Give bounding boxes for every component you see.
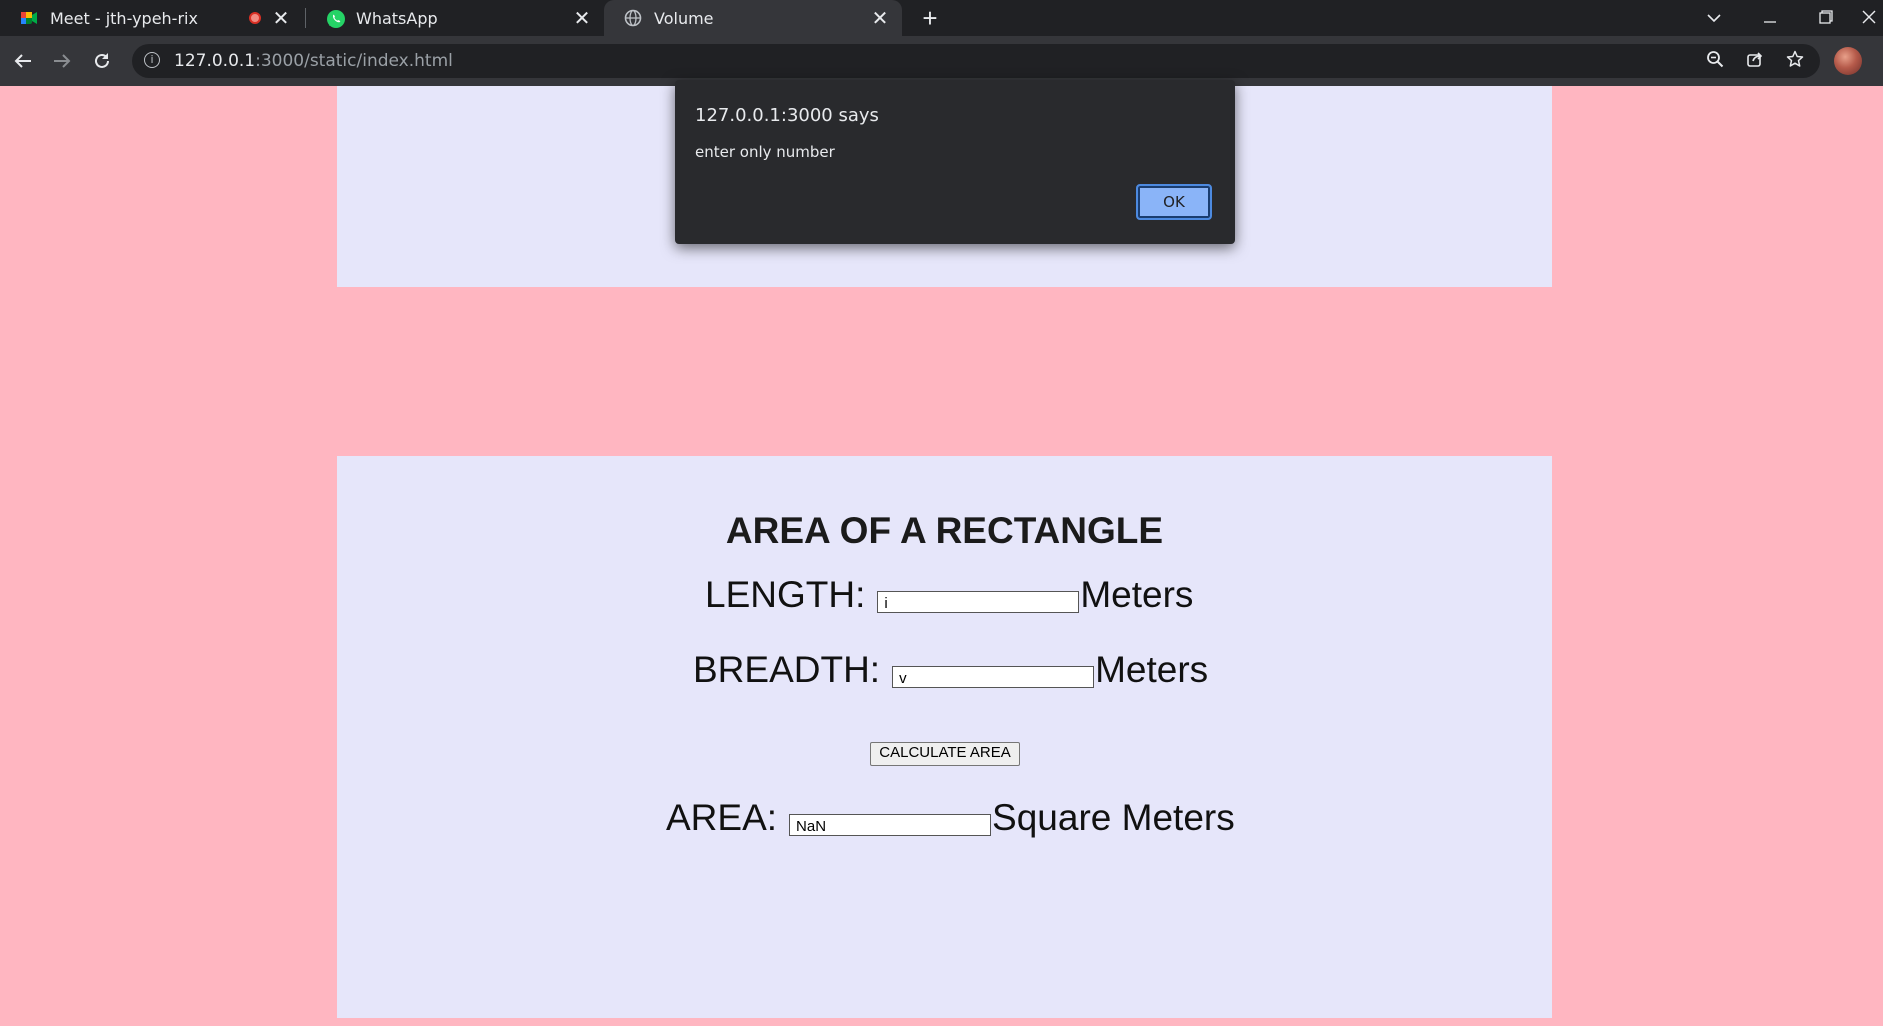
breadth-row: BREADTH: Meters [693, 649, 1208, 691]
area-unit: Square Meters [992, 797, 1235, 838]
close-tab-icon[interactable]: ✕ [572, 8, 592, 28]
ok-button[interactable]: OK [1136, 184, 1212, 220]
alert-dialog: 127.0.0.1:3000 says enter only number OK [675, 80, 1235, 244]
area-row: AREA: Square Meters [666, 797, 1235, 839]
tab-volume[interactable]: Volume ✕ [604, 0, 902, 36]
tab-title: Meet - jth-ypeh-rix [50, 8, 198, 28]
profile-avatar[interactable] [1834, 47, 1862, 75]
breadth-unit: Meters [1095, 649, 1209, 690]
length-row: LENGTH: Meters [705, 574, 1193, 616]
tab-title: Volume [654, 8, 714, 28]
tab-meet[interactable]: Meet - jth-ypeh-rix ✕ [0, 0, 303, 36]
google-meet-icon [20, 9, 38, 27]
area-label: AREA: [666, 797, 778, 838]
length-input[interactable] [877, 591, 1080, 613]
breadth-input[interactable] [892, 666, 1095, 688]
url-text[interactable]: 127.0.0.1:3000/static/index.html [174, 44, 453, 78]
breadth-label: BREADTH: [693, 649, 881, 690]
close-window-icon[interactable] [1854, 0, 1883, 36]
tab-title: WhatsApp [356, 8, 438, 28]
address-bar[interactable]: i 127.0.0.1:3000/static/index.html [132, 44, 1820, 78]
tab-search-icon[interactable] [1686, 0, 1742, 36]
close-tab-icon[interactable]: ✕ [870, 8, 890, 28]
length-unit: Meters [1080, 574, 1194, 615]
length-label: LENGTH: [705, 574, 866, 615]
tab-strip: Meet - jth-ypeh-rix ✕ WhatsApp ✕ Volume … [0, 0, 1883, 36]
tab-whatsapp[interactable]: WhatsApp ✕ [306, 0, 604, 36]
reload-icon[interactable] [85, 44, 119, 78]
site-info-icon[interactable]: i [144, 52, 160, 68]
globe-icon [624, 9, 642, 27]
new-tab-button[interactable]: + [916, 4, 944, 32]
minimize-icon[interactable] [1742, 0, 1798, 36]
calculate-area-button[interactable]: CALCULATE AREA [870, 742, 1020, 766]
area-calculator-panel: AREA OF A RECTANGLE LENGTH: Meters BREAD… [337, 456, 1552, 1018]
browser-toolbar: i 127.0.0.1:3000/static/index.html [0, 36, 1883, 86]
recording-icon [249, 12, 261, 24]
share-icon[interactable] [1744, 50, 1766, 72]
back-arrow-icon[interactable] [6, 44, 40, 78]
whatsapp-icon [326, 9, 345, 28]
area-output[interactable] [789, 814, 992, 836]
star-icon[interactable] [1784, 50, 1806, 72]
dialog-title: 127.0.0.1:3000 says [695, 105, 879, 126]
zoom-icon[interactable] [1704, 50, 1726, 72]
page-title: AREA OF A RECTANGLE [725, 510, 1164, 551]
forward-arrow-icon[interactable] [45, 44, 79, 78]
dialog-message: enter only number [695, 143, 835, 161]
restore-icon[interactable] [1798, 0, 1854, 36]
close-tab-icon[interactable]: ✕ [271, 8, 291, 28]
